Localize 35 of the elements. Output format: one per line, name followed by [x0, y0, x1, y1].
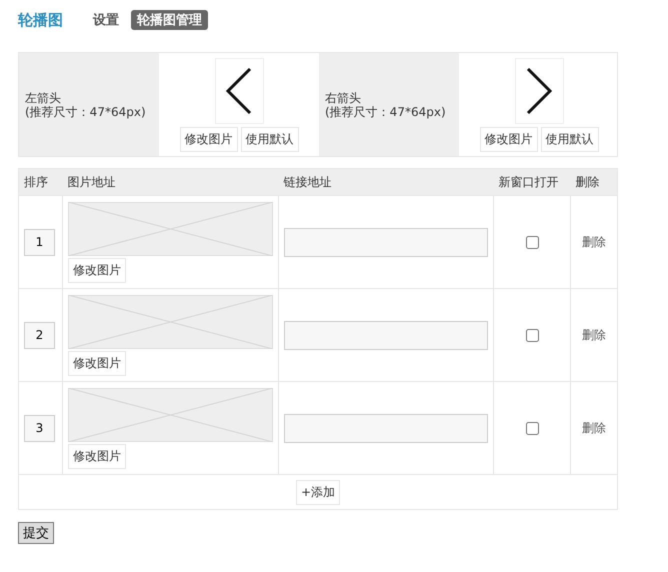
arrow-label: 左箭头	[25, 90, 62, 104]
delete-link[interactable]: 删除	[582, 234, 606, 248]
new-window-checkbox[interactable]	[526, 328, 539, 342]
order-field[interactable]: 3	[24, 414, 55, 442]
column-header: 图片地址	[62, 168, 278, 196]
new-window-checkbox[interactable]	[526, 422, 539, 434]
image-button[interactable]: 使用默认	[240, 127, 298, 152]
change-image-button[interactable]: 修改图片	[68, 258, 126, 282]
link-field[interactable]	[284, 228, 488, 256]
column-header: 新窗口打开	[494, 168, 570, 196]
size-hint: (推荐尺寸：47*64px)	[325, 104, 447, 118]
submit-button[interactable]: 提交	[18, 522, 54, 544]
change-image-button[interactable]: 修改图片	[68, 444, 126, 468]
column-header: 排序	[18, 168, 62, 196]
size-hint: (推荐尺寸：47*64px)	[25, 104, 147, 118]
new-window-checkbox[interactable]	[526, 236, 539, 248]
column-header: 删除	[570, 168, 618, 196]
add-button[interactable]: +添加	[296, 480, 340, 504]
tab[interactable]: 设置	[87, 10, 125, 30]
image-button[interactable]: 修改图片	[480, 127, 538, 152]
link-field[interactable]	[284, 320, 488, 350]
right-chevron-icon	[526, 68, 552, 114]
delete-link[interactable]: 删除	[582, 420, 606, 434]
change-image-button[interactable]: 修改图片	[68, 350, 126, 376]
image-button[interactable]: 修改图片	[180, 127, 238, 152]
order-field[interactable]: 2	[24, 322, 55, 348]
tab[interactable]: 轮播图管理	[131, 10, 208, 30]
delete-link[interactable]: 删除	[582, 328, 606, 342]
left-chevron-icon	[226, 68, 252, 114]
image-button[interactable]: 使用默认	[540, 127, 598, 152]
arrow-label: 右箭头	[325, 90, 362, 104]
order-field[interactable]: 1	[24, 228, 55, 256]
link-field[interactable]	[284, 414, 488, 442]
column-header: 链接地址	[278, 168, 494, 196]
page-title: 轮播图	[18, 10, 63, 30]
